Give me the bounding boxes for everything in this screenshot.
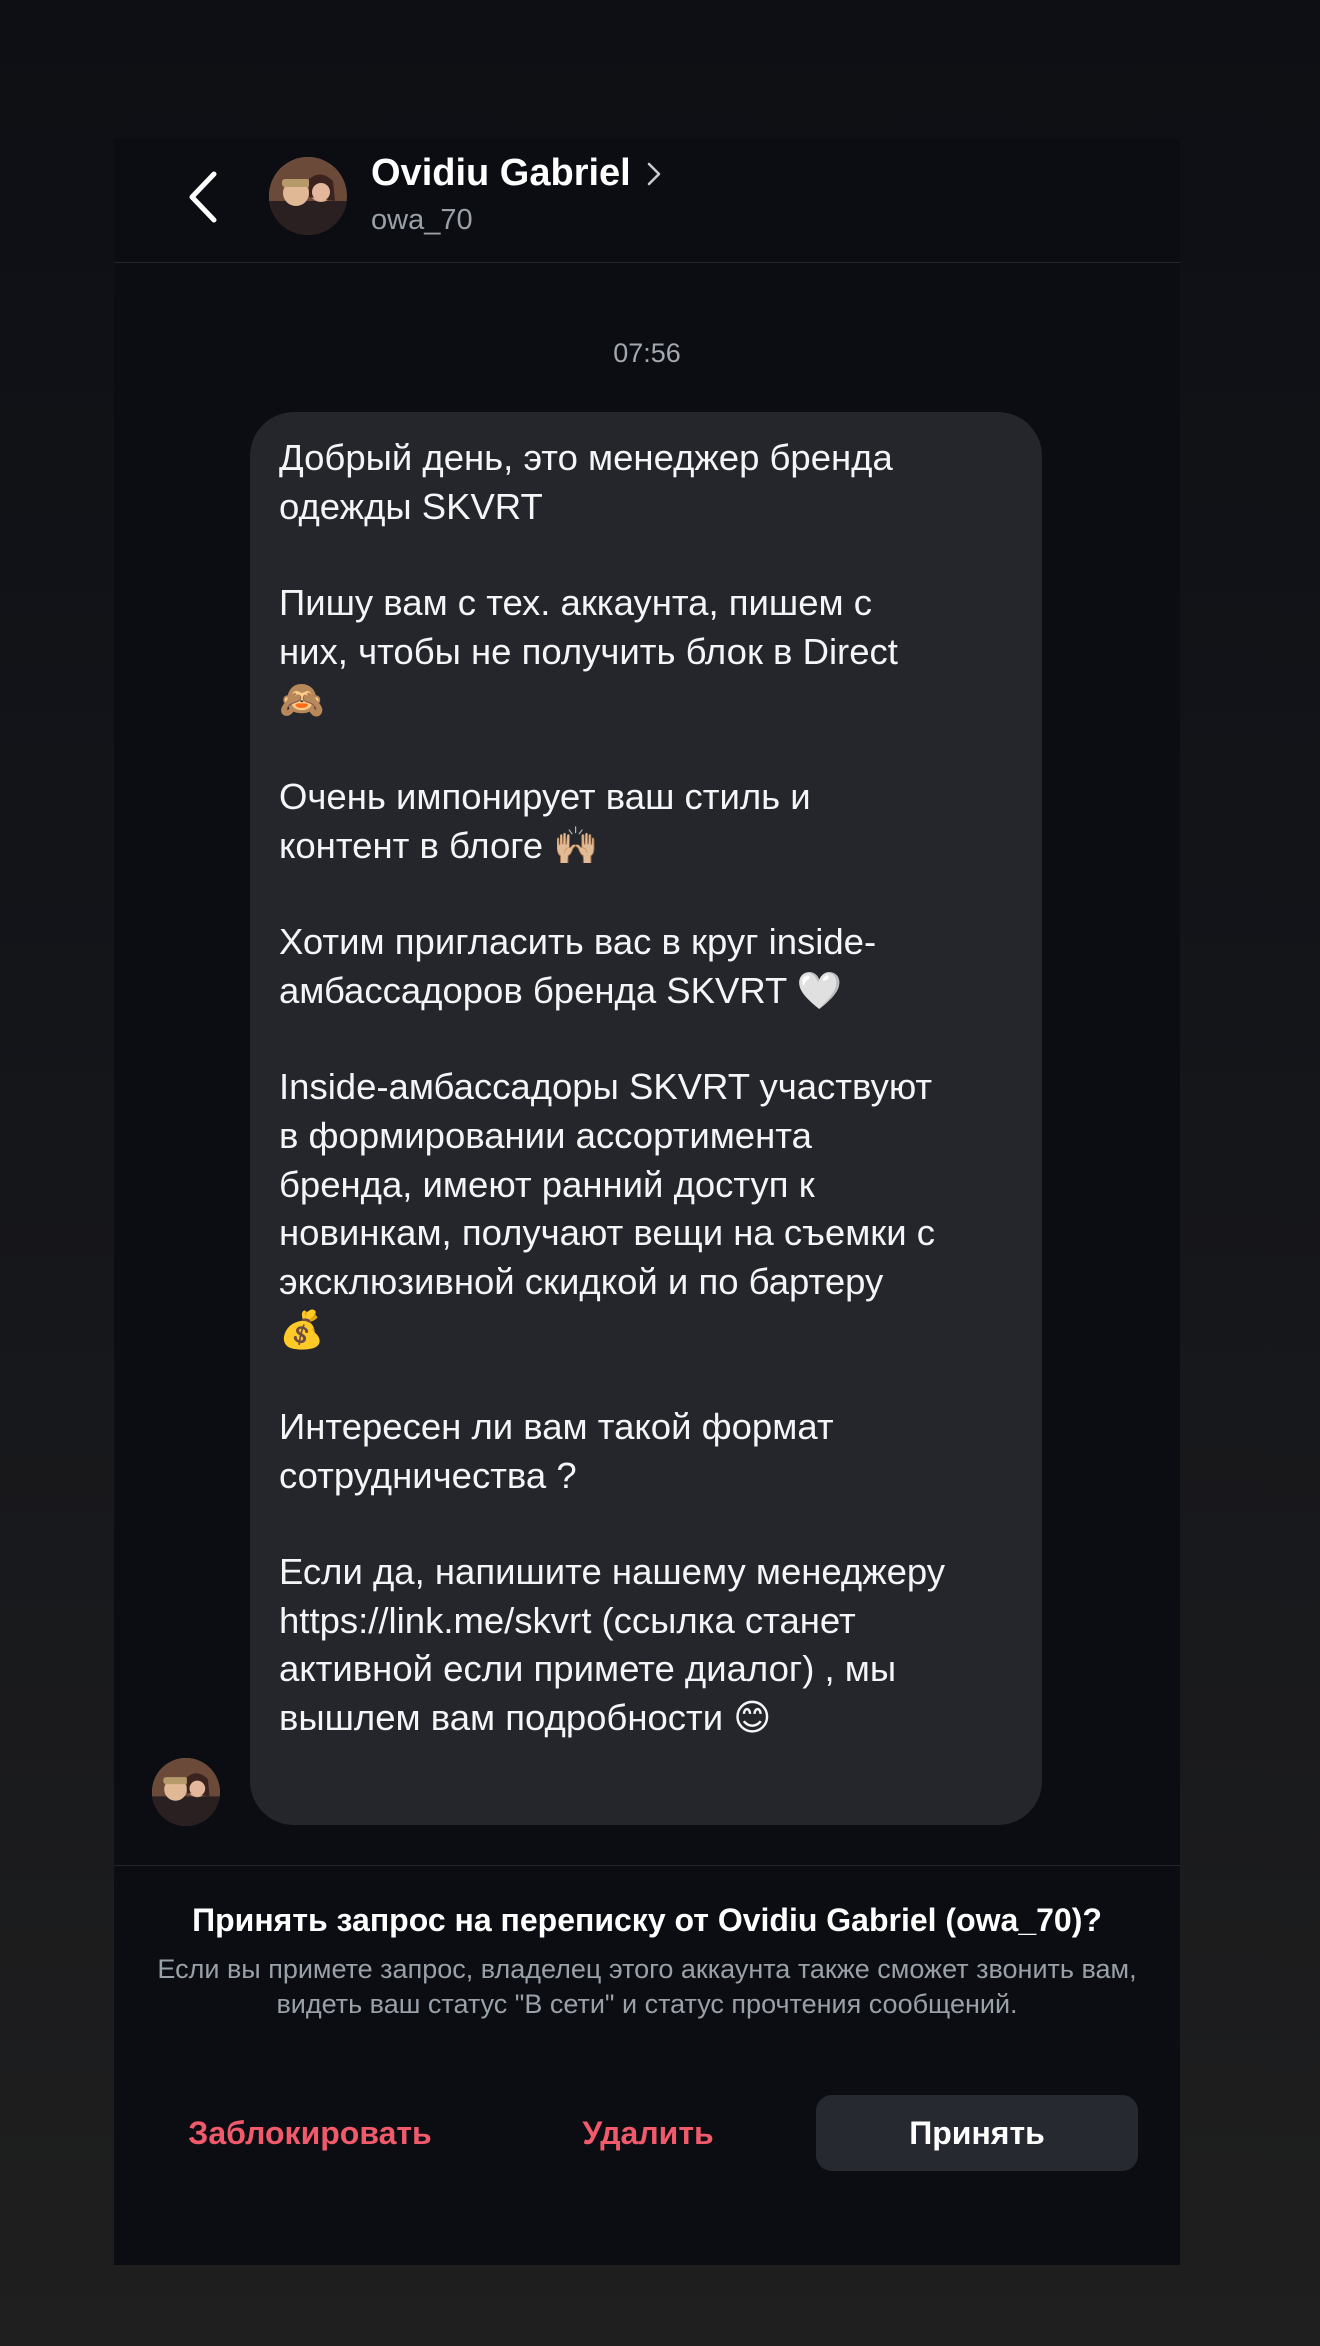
contact-username: owa_70 bbox=[371, 204, 473, 236]
message-paragraph: Если да, напишите нашему менеджеру https… bbox=[279, 1551, 946, 1738]
message-request-panel: Принять запрос на переписку от Ovidiu Ga… bbox=[114, 1865, 1180, 2266]
back-button[interactable] bbox=[176, 162, 236, 232]
request-title: Принять запрос на переписку от Ovidiu Ga… bbox=[192, 1902, 1102, 1938]
block-button[interactable]: Заблокировать bbox=[154, 2095, 466, 2171]
request-description: Если вы примете запрос, владелец этого а… bbox=[157, 1954, 1137, 2019]
message-paragraph: Очень импонирует ваш стиль и контент в б… bbox=[279, 775, 811, 866]
avatar[interactable] bbox=[269, 157, 347, 235]
profile-photo bbox=[152, 1758, 220, 1826]
accept-button[interactable]: Принять bbox=[816, 2095, 1138, 2171]
message-paragraph: Интересен ли вам такой формат сотрудниче… bbox=[279, 1405, 834, 1496]
message-timestamp: 07:56 bbox=[613, 338, 681, 368]
chat-header: Ovidiu Gabriel owa_70 bbox=[114, 138, 1180, 263]
dm-request-screen: Ovidiu Gabriel owa_70 07:56 Добрый день,… bbox=[114, 138, 1180, 2265]
message-paragraph: Хотим пригласить вас в круг inside- амба… bbox=[279, 921, 877, 1011]
chevron-right-icon bbox=[647, 162, 661, 185]
chevron-left-icon bbox=[189, 171, 217, 223]
profile-photo bbox=[269, 157, 347, 235]
profile-link[interactable]: Ovidiu Gabriel bbox=[371, 152, 663, 195]
message-paragraph: Inside-амбассадоры SKVRT участвуют в фор… bbox=[279, 1066, 936, 1351]
message-paragraph: Пишу вам с тех. аккаунта, пишем с них, ч… bbox=[279, 582, 898, 721]
contact-name: Ovidiu Gabriel bbox=[371, 152, 631, 194]
message-paragraph: Добрый день, это менеджер бренда одежды … bbox=[279, 437, 893, 527]
message-bubble[interactable]: Добрый день, это менеджер бренда одежды … bbox=[250, 412, 1042, 1825]
sender-avatar[interactable] bbox=[152, 1758, 220, 1826]
delete-button[interactable]: Удалить bbox=[492, 2095, 804, 2171]
